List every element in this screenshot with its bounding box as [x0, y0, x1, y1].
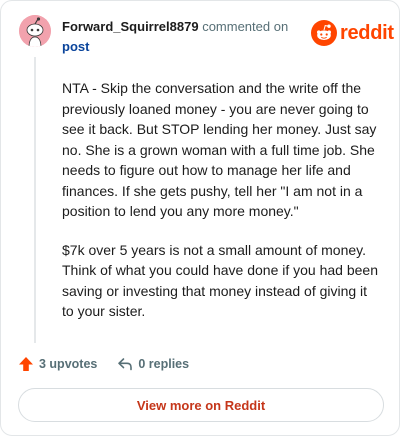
- upvote-arrow-icon: [19, 357, 33, 371]
- reply-arrow-icon: [118, 358, 133, 371]
- reddit-logo-icon: [311, 20, 337, 46]
- reddit-wordmark: reddit: [340, 21, 394, 44]
- reply-count: 0 replies: [138, 357, 190, 371]
- comment-body: NTA - Skip the conversation and the writ…: [62, 78, 380, 322]
- reddit-brand[interactable]: reddit: [311, 20, 394, 46]
- view-more-label: View more on Reddit: [136, 397, 266, 413]
- username-link[interactable]: Forward_Squirrel8879: [62, 19, 199, 34]
- reply-button[interactable]: 0 replies: [117, 356, 189, 372]
- commented-on-text: commented on: [202, 19, 289, 34]
- upvote-count: 3 upvotes: [39, 357, 98, 371]
- comment-paragraph: NTA - Skip the conversation and the writ…: [62, 80, 377, 219]
- comment-paragraph: $7k over 5 years is not a small amount o…: [62, 241, 378, 320]
- comment-header: Forward_Squirrel8879 commented on post: [62, 17, 302, 57]
- thread-line: [34, 57, 36, 343]
- upvote-button[interactable]: 3 upvotes: [18, 356, 97, 372]
- view-more-button[interactable]: View more on Reddit: [18, 388, 384, 422]
- comment-actions: 3 upvotes 0 replies: [18, 354, 189, 374]
- embedded-comment-card: Forward_Squirrel8879 commented on post r…: [0, 0, 400, 436]
- snoo-avatar-icon: [19, 15, 51, 47]
- post-link[interactable]: post: [62, 39, 89, 54]
- user-avatar[interactable]: [19, 15, 51, 47]
